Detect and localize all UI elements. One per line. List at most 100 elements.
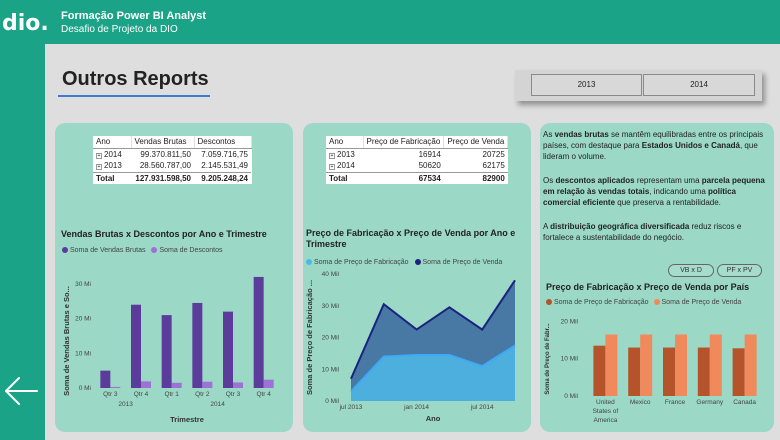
bar-preco-venda [675, 334, 687, 396]
y-tick-label: 0 Mi [79, 385, 91, 392]
dio-logo: dio. [2, 11, 49, 36]
x-tick-label: jul 2014 [470, 404, 494, 411]
y-tick-label: 0 Mil [325, 398, 339, 405]
column-header[interactable]: Ano [93, 136, 132, 149]
bar-descontos [233, 382, 243, 388]
bar-descontos [110, 386, 121, 388]
x-tick-label: Germany [696, 399, 723, 406]
slicer-button-2014[interactable]: 2014 [643, 74, 755, 96]
bar-preco-fabricacao [593, 345, 606, 396]
top-bar: dio. Formação Power BI Analyst Desafio d… [0, 0, 780, 44]
insight-paragraph-1: As vendas brutas se mantêm equilibradas … [543, 130, 764, 161]
bar-preco-fabricacao [732, 348, 745, 396]
year-slicer: 2013 2014 [515, 70, 762, 101]
bar-preco-fabricacao [697, 347, 710, 396]
y-tick-label: 30 Mil [322, 303, 340, 310]
x-group-label: 2014 [210, 401, 225, 408]
pf-x-pv-button[interactable]: PF x PV [717, 264, 762, 277]
chart1-title: Vendas Brutas x Descontos por Ano e Trim… [61, 229, 267, 239]
chart2-area-chart: 0 Mil 10 Mil 20 Mil 30 Mil 40 Mil jul 2013 jan… [305, 271, 516, 423]
table-total-row: Total 127.931.598,50 9.205.248,24 [93, 171, 251, 184]
bar-vendas-brutas [253, 276, 264, 388]
header-title: Formação Power BI Analyst [61, 10, 207, 22]
title-underline [58, 95, 210, 97]
table-row: +2013 28.560.787,00 2.145.531,49 [96, 161, 248, 171]
legend-swatch [653, 299, 660, 306]
table-fabricacao-venda: Ano Preço de Fabricação Preço de Venda +… [326, 136, 509, 184]
x-tick-label: jan 2014 [403, 404, 429, 411]
x-tick-label: Qtr 3 [103, 391, 118, 398]
expand-icon[interactable]: + [96, 164, 102, 171]
insight-paragraph-3: A distribuição geográfica diversificada … [543, 222, 742, 242]
x-axis-title: Ano [426, 414, 441, 423]
bar-vendas-brutas [192, 302, 203, 388]
column-header[interactable]: Preço de Venda [443, 136, 509, 149]
table-row: +2014 50620 62175 [329, 161, 505, 171]
bar-preco-venda [605, 334, 618, 396]
column-header[interactable]: Vendas Brutas [131, 136, 195, 149]
x-tick-label: States of [593, 408, 619, 415]
y-tick-label: 10 Mil [561, 356, 579, 363]
vb-x-d-button[interactable]: VB x D [668, 264, 714, 277]
chart1-legend: Soma de Vendas Brutas Soma de Descontos [62, 247, 223, 254]
legend-swatch [546, 299, 552, 306]
legend-swatch [62, 247, 68, 254]
y-tick-label: 40 Mil [322, 271, 340, 278]
bar-preco-venda [744, 334, 757, 396]
column-header[interactable]: Ano [326, 136, 364, 149]
table-total-row: Total 67534 82900 [326, 171, 508, 184]
column-header[interactable]: Descontos [194, 136, 252, 149]
x-tick-label: Qtr 3 [226, 391, 241, 398]
x-group-label: 2013 [118, 401, 133, 408]
legend-swatch [306, 259, 312, 266]
bar-vendas-brutas [223, 311, 233, 388]
x-tick-label: Qtr 2 [195, 391, 210, 398]
x-tick-label: Qtr 4 [256, 391, 271, 398]
bar-preco-fabricacao [663, 347, 675, 396]
chart2-legend: Soma de Preço de Fabricação Soma de Preç… [306, 259, 502, 266]
y-axis-title: Soma de Vendas Brutas e So... [62, 286, 71, 396]
page-title: Outros Reports [62, 68, 209, 90]
x-tick-label: Canada [733, 399, 756, 406]
x-tick-label: France [665, 399, 686, 406]
x-tick-label: Qtr 1 [164, 391, 179, 398]
expand-icon[interactable]: + [329, 152, 335, 159]
table-row: +2014 99.370.811,50 7.059.716,75 [96, 149, 248, 159]
x-tick-label: Qtr 4 [134, 391, 149, 398]
x-axis-title: Trimestre [170, 415, 204, 424]
y-tick-label: 20 Mil [322, 335, 340, 342]
chart3-bar-chart: 0 Mil 10 Mil 20 Mil United States of America M… [545, 318, 757, 424]
bar-descontos [202, 381, 213, 388]
chart2-title: Preço de Fabricação x Preço de Venda por… [306, 228, 516, 249]
slicer-button-2013[interactable]: 2013 [531, 74, 642, 96]
back-arrow-icon[interactable] [3, 373, 39, 409]
x-tick-label: jul 2013 [339, 404, 363, 411]
bar-preco-venda [709, 334, 722, 396]
legend-swatch [151, 247, 158, 254]
bar-preco-fabricacao [628, 347, 641, 396]
y-tick-label: 30 Mi [75, 281, 91, 288]
insight-paragraph-2: Os descontos aplicados representam uma p… [543, 176, 765, 207]
y-axis-title: Soma de Preço de Fabricação ... [305, 280, 314, 395]
y-axis-title: Soma de Preço de Fabr... [545, 323, 551, 395]
expand-icon[interactable]: + [329, 164, 335, 171]
bar-descontos [141, 381, 151, 388]
bar-vendas-brutas [100, 370, 111, 388]
chart3-legend: Soma de Preço de Fabricação Soma de Preç… [546, 299, 741, 306]
chart1-bar-chart: 0 Mi 10 Mi 20 Mi 30 Mi Qtr 3 Qtr 4 Qtr 1 Qtr 2 Q… [62, 276, 274, 424]
x-tick-label: America [593, 417, 617, 424]
x-tick-label: United [596, 399, 615, 406]
y-tick-label: 20 Mil [561, 318, 579, 325]
table-row: +2013 16914 20725 [329, 149, 505, 159]
bar-descontos [171, 382, 182, 388]
column-header[interactable]: Preço de Fabricação [363, 136, 445, 149]
y-tick-label: 0 Mil [564, 393, 578, 400]
bar-vendas-brutas [161, 315, 172, 388]
chart3-title: Preço de Fabricação x Preço de Venda por… [546, 282, 750, 292]
y-tick-label: 10 Mi [75, 350, 91, 357]
x-tick-label: Mexico [630, 399, 651, 406]
y-tick-label: 20 Mi [75, 316, 91, 323]
table-vendas-descontos: Ano Vendas Brutas Descontos +2014 99.370… [93, 136, 252, 184]
bar-preco-venda [640, 334, 653, 396]
expand-icon[interactable]: + [96, 152, 102, 159]
